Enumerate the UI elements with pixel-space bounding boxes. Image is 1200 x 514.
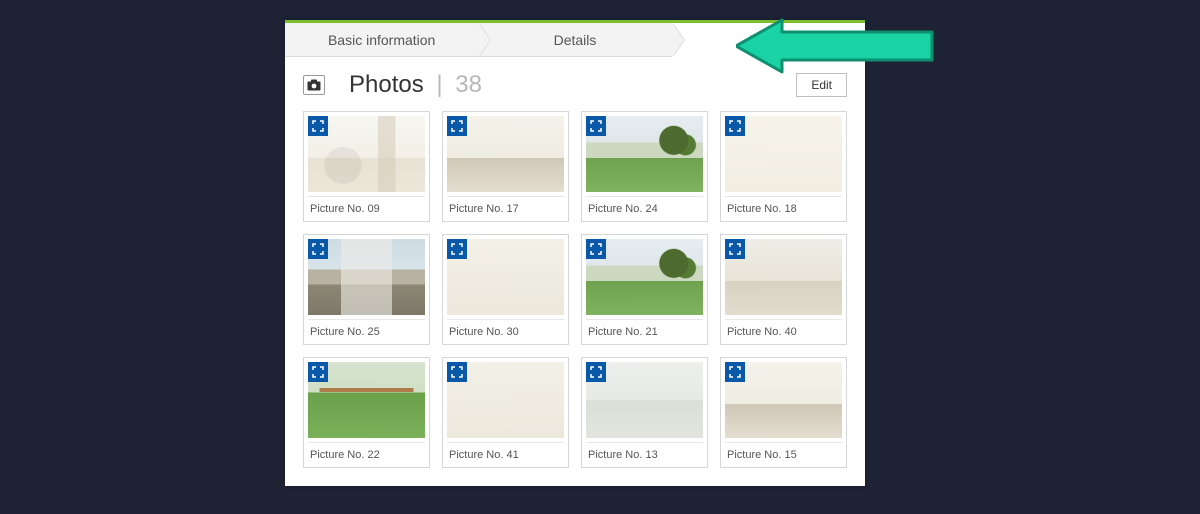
tab-media[interactable]: Media [672,23,865,57]
photo-thumbnail [586,116,703,192]
photo-thumbnail [725,116,842,192]
photo-card[interactable]: Picture No. 15 [720,357,847,468]
tab-basic-information[interactable]: Basic information [285,23,478,57]
photo-thumbnail [447,116,564,192]
photo-caption: Picture No. 30 [447,319,564,344]
photo-caption: Picture No. 25 [308,319,425,344]
photo-thumbnail [725,239,842,315]
photo-thumbnail [586,362,703,438]
photo-card[interactable]: Picture No. 17 [442,111,569,222]
photo-caption: Picture No. 09 [308,196,425,221]
photo-caption: Picture No. 18 [725,196,842,221]
heading-row: Photos | 38 Edit [285,57,865,109]
expand-icon [308,116,328,136]
expand-icon [586,116,606,136]
photo-thumbnail [586,239,703,315]
photo-card[interactable]: Picture No. 21 [581,234,708,345]
photo-card[interactable]: Picture No. 22 [303,357,430,468]
photo-thumbnail [447,362,564,438]
expand-icon [447,362,467,382]
expand-icon [725,362,745,382]
photo-thumbnail [308,239,425,315]
expand-icon [725,239,745,259]
photo-card[interactable]: Picture No. 24 [581,111,708,222]
photo-card[interactable]: Picture No. 09 [303,111,430,222]
photo-caption: Picture No. 17 [447,196,564,221]
page-title: Photos | 38 [349,71,482,99]
photo-card[interactable]: Picture No. 13 [581,357,708,468]
expand-icon [308,239,328,259]
expand-icon [586,362,606,382]
photo-thumbnail [447,239,564,315]
expand-icon [586,239,606,259]
expand-icon [447,116,467,136]
photo-caption: Picture No. 24 [586,196,703,221]
photo-caption: Picture No. 13 [586,442,703,467]
title-divider: | [430,71,448,98]
edit-button[interactable]: Edit [796,73,847,97]
photo-caption: Picture No. 40 [725,319,842,344]
tab-label: Details [554,32,597,48]
expand-icon [447,239,467,259]
tab-details[interactable]: Details [478,23,671,57]
photo-card[interactable]: Picture No. 25 [303,234,430,345]
photo-thumbnail [308,362,425,438]
photo-card[interactable]: Picture No. 40 [720,234,847,345]
expand-icon [308,362,328,382]
photo-thumbnail [725,362,842,438]
expand-icon [725,116,745,136]
page-title-text: Photos [349,71,424,98]
photo-thumbnail [308,116,425,192]
tab-label: Media [749,32,787,48]
photo-count: 38 [455,71,482,98]
photo-card[interactable]: Picture No. 18 [720,111,847,222]
photo-grid: Picture No. 09 Picture No. 17 Picture No. … [285,109,865,486]
photo-caption: Picture No. 21 [586,319,703,344]
photo-card[interactable]: Picture No. 30 [442,234,569,345]
photo-caption: Picture No. 41 [447,442,564,467]
photo-card[interactable]: Picture No. 41 [442,357,569,468]
photo-caption: Picture No. 22 [308,442,425,467]
tab-bar: Basic information Details Media [285,20,865,57]
photo-caption: Picture No. 15 [725,442,842,467]
media-panel: Basic information Details Media Photos |… [285,20,865,486]
tab-label: Basic information [328,32,435,48]
camera-icon [303,75,325,95]
